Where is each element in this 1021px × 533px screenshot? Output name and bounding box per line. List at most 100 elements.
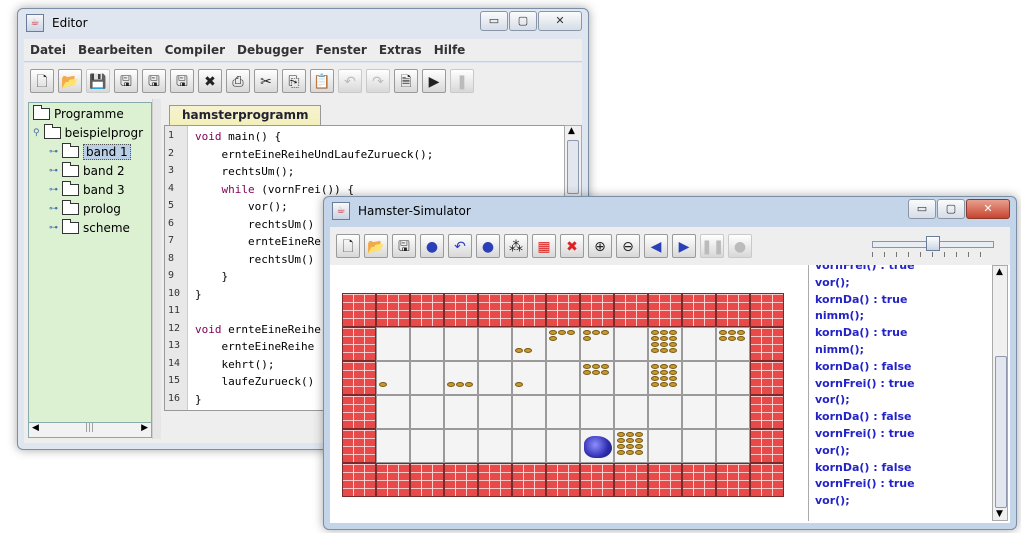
open-territory-button[interactable]: 📂 — [364, 234, 388, 258]
territory-cell[interactable] — [512, 395, 546, 429]
close-button[interactable]: ✕ — [966, 199, 1010, 219]
log-vertical-scrollbar[interactable]: ▲ ▼ — [992, 265, 1008, 521]
territory-cell[interactable] — [444, 429, 478, 463]
territory-cell[interactable] — [444, 395, 478, 429]
wall-tile[interactable] — [444, 293, 478, 327]
territory-cell[interactable] — [410, 327, 444, 361]
territory-cell[interactable] — [410, 395, 444, 429]
wall-tile[interactable] — [410, 293, 444, 327]
wall-tile[interactable] — [716, 463, 750, 497]
menu-hilfe[interactable]: Hilfe — [428, 43, 472, 57]
hamster-icon[interactable] — [584, 436, 612, 458]
territory-cell[interactable] — [546, 361, 580, 395]
territory-cell[interactable] — [376, 361, 410, 395]
territory-cell[interactable] — [546, 327, 580, 361]
territory-cell[interactable] — [478, 361, 512, 395]
editor-titlebar[interactable]: ☕ Editor ▭ ▢ ✕ — [18, 9, 588, 37]
territory-cell[interactable] — [580, 327, 614, 361]
territory-cell[interactable] — [376, 429, 410, 463]
zoom-in-button[interactable]: ⊕ — [588, 234, 612, 258]
menu-datei[interactable]: Datei — [24, 43, 72, 57]
menu-compiler[interactable]: Compiler — [159, 43, 231, 57]
wall-tile[interactable] — [648, 463, 682, 497]
territory-grid[interactable] — [342, 293, 784, 497]
wall-tile[interactable] — [580, 293, 614, 327]
territory-cell[interactable] — [614, 429, 648, 463]
menu-fenster[interactable]: Fenster — [310, 43, 373, 57]
wall-tile[interactable] — [682, 463, 716, 497]
save-button[interactable]: 💾 — [86, 69, 110, 93]
territory-cell[interactable] — [512, 327, 546, 361]
menu-extras[interactable]: Extras — [373, 43, 428, 57]
minimize-button[interactable]: ▭ — [480, 11, 508, 31]
run-button[interactable]: ▶ — [422, 69, 446, 93]
pause-button[interactable]: ❚❚ — [700, 234, 724, 258]
maximize-button[interactable]: ▢ — [509, 11, 537, 31]
tree-horizontal-scrollbar[interactable]: ◀ ||| ▶ — [28, 422, 152, 438]
territory-cell[interactable] — [478, 327, 512, 361]
speed-slider[interactable] — [872, 234, 994, 258]
minimize-button[interactable]: ▭ — [908, 199, 936, 219]
wall-tile[interactable] — [342, 395, 376, 429]
territory-cell[interactable] — [682, 395, 716, 429]
territory-cell[interactable] — [478, 429, 512, 463]
close-file-button[interactable]: ✖ — [198, 69, 222, 93]
redo-button[interactable]: ↷ — [366, 69, 390, 93]
scroll-down-icon[interactable]: ▼ — [996, 509, 1003, 519]
paste-button[interactable]: 📋 — [310, 69, 334, 93]
wall-tile[interactable] — [478, 293, 512, 327]
wall-tile[interactable] — [750, 327, 784, 361]
save-as-button[interactable]: 🖫 — [114, 69, 138, 93]
wall-tile[interactable] — [512, 463, 546, 497]
hamster-grains-button[interactable]: ● — [476, 234, 500, 258]
territory-cell[interactable] — [716, 327, 750, 361]
turn-left-button[interactable]: ↶ — [448, 234, 472, 258]
wall-tile[interactable] — [342, 463, 376, 497]
territory-cell[interactable] — [614, 327, 648, 361]
territory-cell[interactable] — [614, 395, 648, 429]
territory-cell[interactable] — [648, 395, 682, 429]
wall-tile[interactable] — [750, 293, 784, 327]
tree-child[interactable]: ⚲ beispielprogr — [33, 124, 143, 142]
save-all-button[interactable]: 🖫 — [142, 69, 166, 93]
wall-tile[interactable] — [750, 395, 784, 429]
save-territory-button[interactable]: 🖫 — [392, 234, 416, 258]
wall-tile[interactable] — [410, 463, 444, 497]
territory-cell[interactable] — [614, 361, 648, 395]
scroll-up-icon[interactable]: ▲ — [996, 267, 1003, 277]
scroll-right-icon[interactable]: ▶ — [141, 423, 148, 433]
wall-tile[interactable] — [750, 361, 784, 395]
territory-cell[interactable] — [376, 327, 410, 361]
territory-cell[interactable] — [410, 361, 444, 395]
scroll-thumb[interactable] — [567, 140, 579, 194]
wall-tile[interactable] — [512, 293, 546, 327]
territory-cell[interactable] — [682, 429, 716, 463]
compile-button[interactable]: 🗎 — [394, 69, 418, 93]
territory-cell[interactable] — [376, 395, 410, 429]
save-all-as-button[interactable]: 🖫 — [170, 69, 194, 93]
cut-button[interactable]: ✂ — [254, 69, 278, 93]
tree-item-prolog[interactable]: ⊶ prolog — [49, 200, 121, 218]
copy-button[interactable]: ⎘ — [282, 69, 306, 93]
expand-toggle-icon[interactable]: ⚲ — [33, 128, 40, 138]
scroll-thumb[interactable] — [995, 356, 1007, 508]
wall-tile[interactable] — [682, 293, 716, 327]
simulator-titlebar[interactable]: ☕ Hamster-Simulator ▭ ▢ ✕ — [324, 197, 1016, 225]
grain-button[interactable]: ⁂ — [504, 234, 528, 258]
wall-tile[interactable] — [614, 293, 648, 327]
undo-button[interactable]: ↶ — [338, 69, 362, 93]
wall-tile[interactable] — [614, 463, 648, 497]
territory-cell[interactable] — [546, 395, 580, 429]
wall-tile[interactable] — [648, 293, 682, 327]
wall-tile[interactable] — [716, 293, 750, 327]
territory-cell[interactable] — [580, 429, 614, 463]
play-button[interactable]: ▶ — [672, 234, 696, 258]
territory-cell[interactable] — [682, 327, 716, 361]
territory-cell[interactable] — [444, 327, 478, 361]
wall-tile[interactable] — [376, 463, 410, 497]
tree-item-band-2[interactable]: ⊶ band 2 — [49, 162, 125, 180]
print-button[interactable]: ⎙ — [226, 69, 250, 93]
wall-button[interactable]: ▦ — [532, 234, 556, 258]
tree-item-scheme[interactable]: ⊶ scheme — [49, 219, 130, 237]
place-hamster-button[interactable]: ● — [420, 234, 444, 258]
